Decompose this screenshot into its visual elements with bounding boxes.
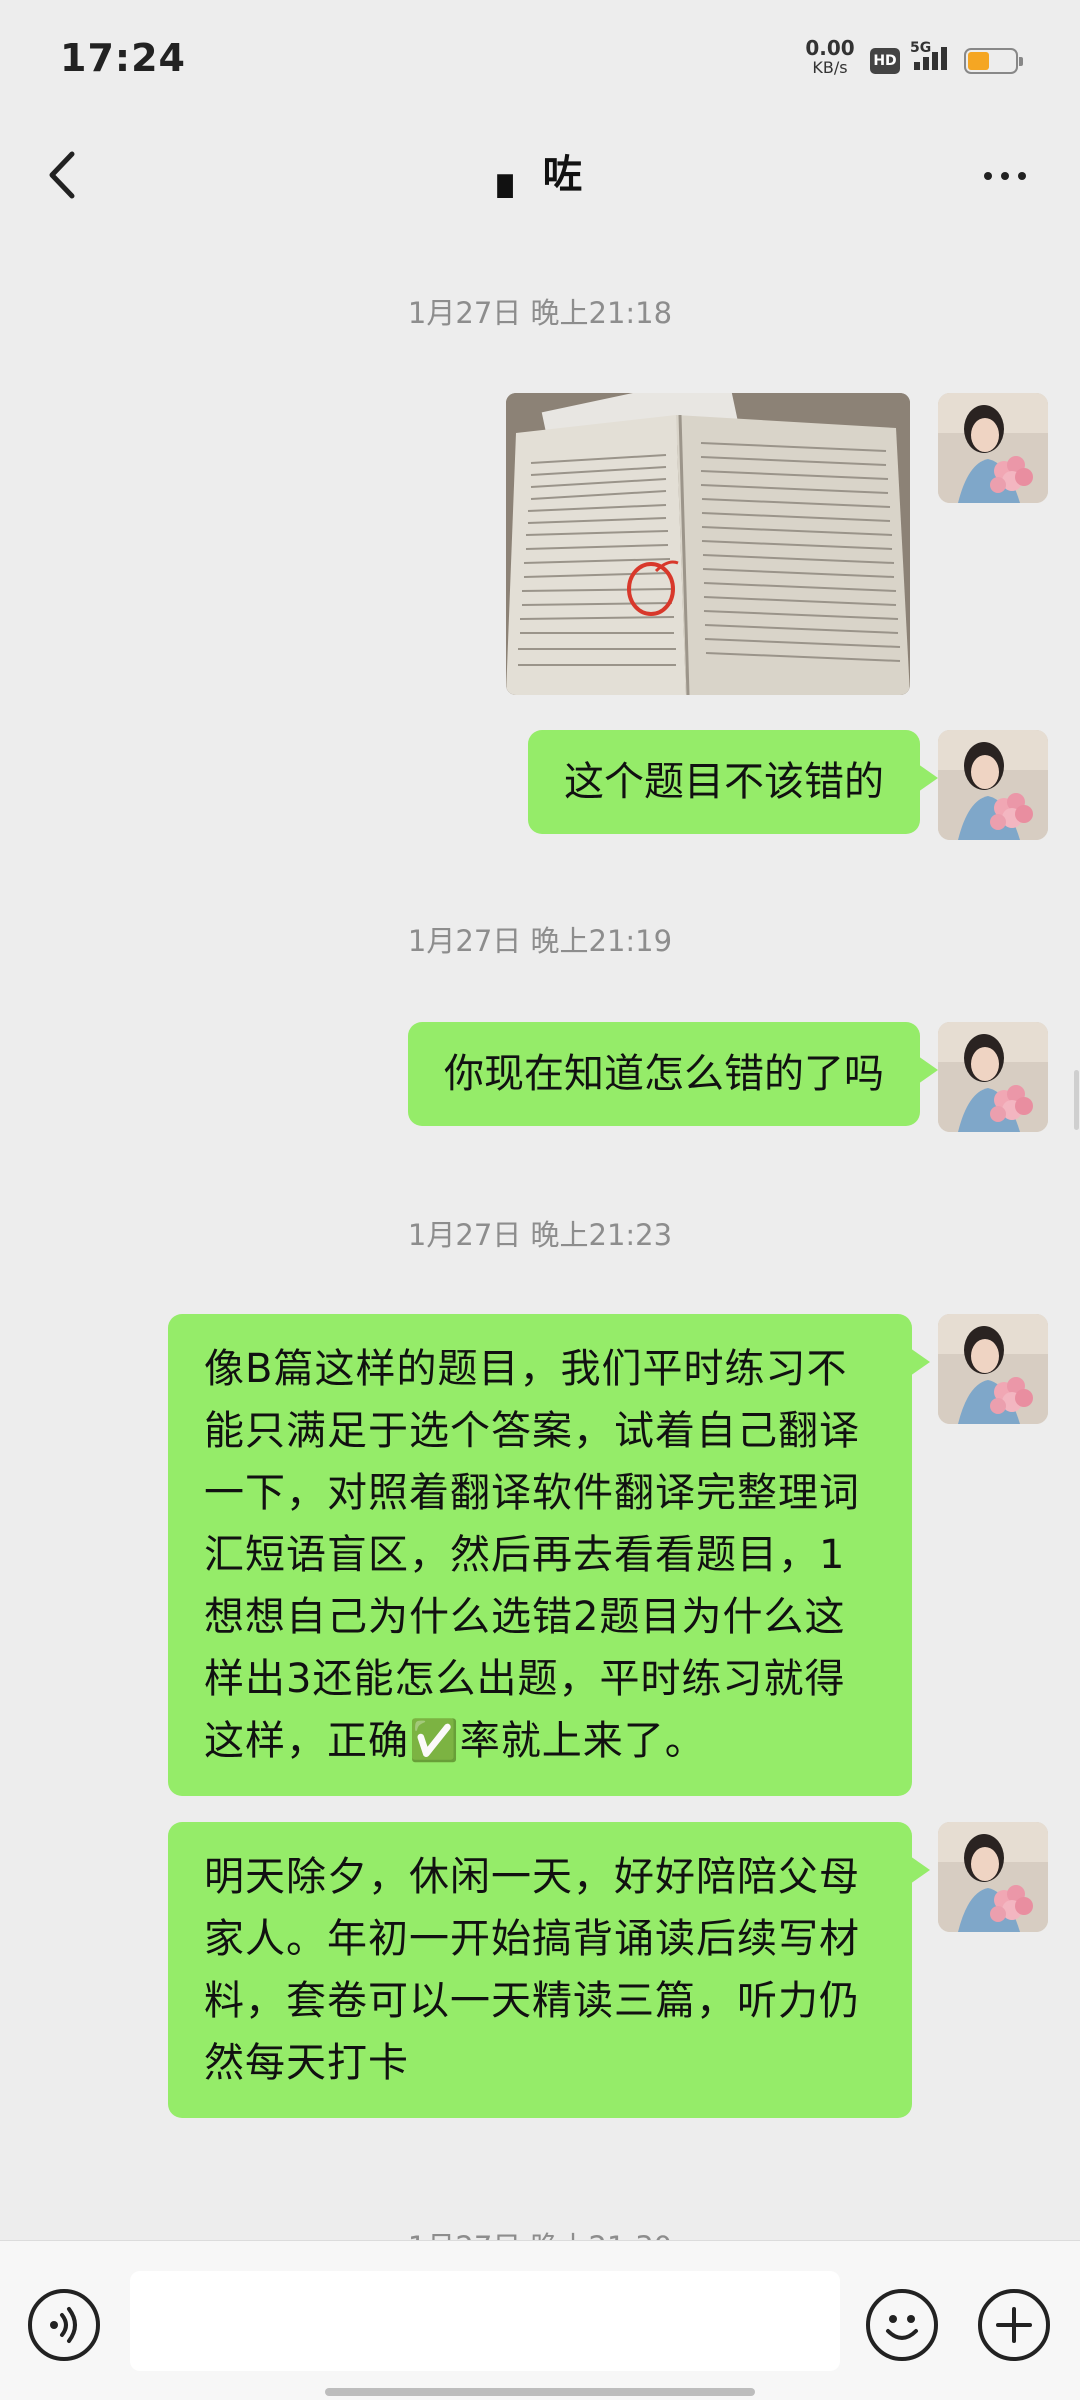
contact-name: ▖ 咗 bbox=[497, 152, 583, 198]
more-options-button[interactable] bbox=[970, 140, 1040, 210]
photo-thumbnail bbox=[506, 393, 910, 695]
message-input[interactable] bbox=[130, 2271, 840, 2371]
battery-icon bbox=[964, 48, 1023, 74]
avatar-image bbox=[938, 730, 1048, 840]
home-indicator[interactable] bbox=[325, 2388, 755, 2396]
message-text: 明天除夕，休闲一天，好好陪陪父母家人。年初一开始搞背诵读后续写材料，套卷可以一天… bbox=[204, 1854, 860, 2086]
emoji-icon bbox=[886, 2315, 918, 2340]
avatar-image bbox=[938, 393, 1048, 503]
chevron-left-icon bbox=[49, 151, 75, 199]
avatar[interactable] bbox=[938, 1314, 1048, 1424]
status-time: 17:24 bbox=[60, 36, 186, 80]
message-list[interactable]: 1月27日 晚上21:18 这个题目不该错的 1月27日 晚上21:19 你现在… bbox=[0, 230, 1080, 2240]
voice-icon bbox=[50, 2307, 77, 2343]
emoji-button[interactable] bbox=[866, 2289, 938, 2361]
scrollbar[interactable] bbox=[1074, 1070, 1079, 1130]
avatar[interactable] bbox=[938, 393, 1048, 503]
message-bubble[interactable]: 你现在知道怎么错的了吗 bbox=[408, 1022, 938, 1126]
message-timestamp: 1月27日 晚上21:18 bbox=[407, 296, 673, 330]
avatar-image bbox=[938, 1822, 1048, 1932]
image-message[interactable] bbox=[506, 393, 910, 695]
status-bar: 17:24 0.00 KB/s HD 5G bbox=[0, 0, 1080, 120]
message-timestamp: 1月27日 晚上21:30 bbox=[0, 2224, 1080, 2240]
avatar[interactable] bbox=[938, 1022, 1048, 1132]
message-bubble[interactable]: 明天除夕，休闲一天，好好陪陪父母家人。年初一开始搞背诵读后续写材料，套卷可以一天… bbox=[168, 1822, 930, 2118]
avatar-image bbox=[938, 1314, 1048, 1424]
avatar[interactable] bbox=[938, 730, 1048, 840]
avatar[interactable] bbox=[938, 1822, 1048, 1932]
message-bubble[interactable]: 像B篇这样的题目，我们平时练习不能只满足于选个答案，试着自己翻译一下，对照着翻译… bbox=[168, 1314, 930, 1796]
plus-icon bbox=[996, 2307, 1032, 2343]
message-timestamp: 1月27日 晚上21:19 bbox=[407, 924, 673, 958]
message-text: 像B篇这样的题目，我们平时练习不能只满足于选个答案，试着自己翻译一下，对照着翻译… bbox=[204, 1346, 860, 1764]
message-text: 这个题目不该错的 bbox=[564, 759, 884, 805]
signal-icon: 5G bbox=[910, 40, 954, 74]
chat-header: ▖ 咗 bbox=[0, 120, 1080, 230]
input-bar bbox=[0, 2240, 1080, 2400]
signal-label: 5G bbox=[910, 40, 932, 56]
voice-button[interactable] bbox=[28, 2289, 100, 2361]
message-text: 你现在知道怎么错的了吗 bbox=[444, 1051, 884, 1097]
network-speed: 0.00 KB/s bbox=[800, 38, 860, 76]
network-speed-unit: KB/s bbox=[812, 58, 848, 77]
avatar-image bbox=[938, 1022, 1048, 1132]
back-button[interactable] bbox=[30, 140, 100, 210]
chat-screen: 17:24 0.00 KB/s HD 5G ▖ 咗 1月27日 晚上21:18 … bbox=[0, 0, 1080, 2400]
message-timestamp: 1月27日 晚上21:23 bbox=[407, 1218, 673, 1252]
network-speed-value: 0.00 bbox=[805, 36, 855, 60]
message-bubble[interactable]: 这个题目不该错的 bbox=[528, 730, 938, 834]
plus-button[interactable] bbox=[978, 2289, 1050, 2361]
hd-badge: HD bbox=[870, 48, 900, 74]
